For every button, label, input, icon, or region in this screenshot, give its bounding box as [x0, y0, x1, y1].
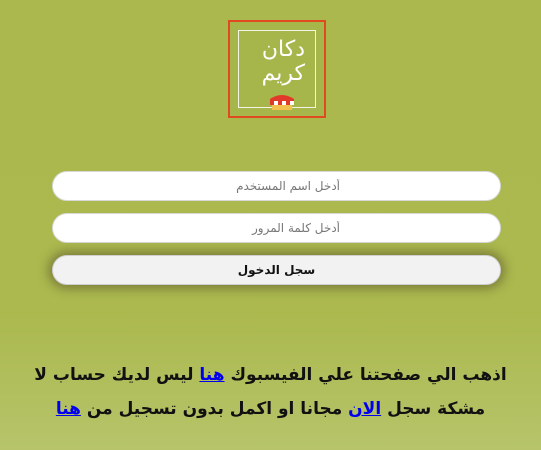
logo-text-line1: دكان [261, 37, 305, 62]
info-text: اذهب الي صفحتنا علي الفيسبوك هنا ليس لدي… [10, 358, 531, 426]
username-input[interactable] [52, 171, 501, 201]
info-line-2: مشكة سجل الان مجانا او اكمل بدون تسجيل م… [10, 392, 531, 426]
logo-text-line2: كريم [261, 61, 305, 86]
logo-frame: دكان كريم [238, 30, 316, 110]
facebook-prompt-text: اذهب الي صفحتنا علي الفيسبوك [230, 365, 507, 385]
register-prompt-text: مشكة سجل [387, 399, 486, 419]
guest-link[interactable]: هنا [56, 399, 81, 419]
password-input[interactable] [52, 213, 501, 243]
facebook-link[interactable]: هنا [199, 365, 224, 385]
register-now-link[interactable]: الان [348, 399, 381, 419]
guest-prompt-text: مجانا او اكمل بدون تسجيل من [86, 399, 343, 419]
login-button[interactable]: سجل الدخول [52, 255, 501, 285]
store-logo: دكان كريم [228, 20, 326, 118]
info-line-1: اذهب الي صفحتنا علي الفيسبوك هنا ليس لدي… [10, 358, 531, 392]
shop-awning-icon [270, 95, 294, 110]
no-account-text: ليس لديك حساب لا [34, 365, 200, 385]
